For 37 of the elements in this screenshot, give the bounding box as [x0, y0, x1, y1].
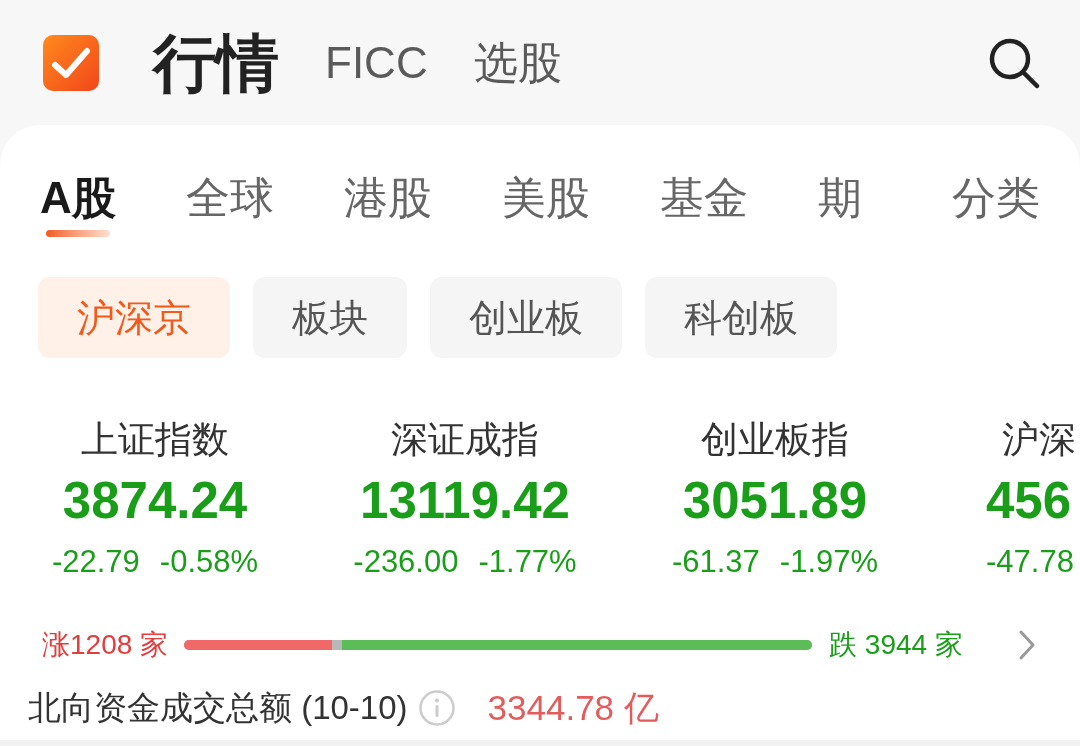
- market-tab[interactable]: 美股: [501, 172, 590, 224]
- index-value: 3051.89: [682, 473, 868, 529]
- falling-count: 跌 3944 家: [829, 629, 963, 661]
- market-tab[interactable]: 基金: [659, 172, 748, 224]
- index-value: 456: [986, 473, 1072, 529]
- index-value: 13119.42: [360, 473, 570, 529]
- index-change: -22.79: [51, 545, 140, 579]
- header-tab[interactable]: 选股: [473, 36, 562, 89]
- index-change-percent: -1.97%: [779, 545, 879, 579]
- index-name: 深证成指: [391, 418, 539, 462]
- sub-tab[interactable]: 沪深京: [38, 277, 230, 358]
- index-name: 上证指数: [81, 418, 229, 462]
- index-change: -47.78: [986, 545, 1074, 579]
- header-tab[interactable]: FICC: [325, 36, 428, 89]
- index-change-percent: -0.58%: [159, 545, 259, 579]
- chevron-right-icon[interactable]: [1018, 629, 1036, 661]
- category-tab[interactable]: 分类: [952, 172, 1040, 224]
- index-name: 沪深: [1002, 418, 1076, 462]
- northbound-value: 3344.78 亿: [487, 687, 659, 729]
- rising-count: 涨1208 家: [42, 629, 169, 661]
- market-tab[interactable]: 期: [817, 172, 862, 224]
- index-change: -236.00: [353, 545, 459, 579]
- sub-tab[interactable]: 创业板: [430, 277, 622, 358]
- app-logo-icon[interactable]: [43, 34, 99, 91]
- index-value: 3874.24: [62, 473, 248, 529]
- sub-tab[interactable]: 板块: [253, 277, 407, 358]
- sub-tab[interactable]: 科创板: [645, 277, 837, 358]
- northbound-label: 北向资金成交总额 (10-10): [28, 688, 408, 728]
- market-tab[interactable]: 港股: [343, 172, 432, 224]
- page-title: 行情: [153, 27, 279, 98]
- market-tab[interactable]: 全球: [185, 172, 274, 224]
- market-tab[interactable]: A股: [40, 172, 116, 224]
- index-change-percent: -1.77%: [478, 545, 577, 579]
- index-change: -61.37: [671, 545, 760, 579]
- selected-underline: [45, 230, 110, 237]
- search-icon[interactable]: [988, 36, 1040, 89]
- index-name: 创业板指: [701, 418, 849, 462]
